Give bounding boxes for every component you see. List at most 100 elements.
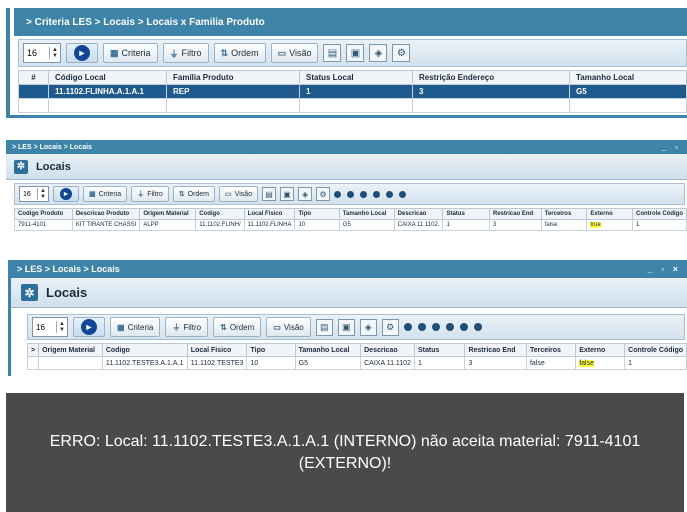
save-icon[interactable]: ▣	[346, 44, 365, 62]
settings-icon[interactable]: ⚙	[316, 187, 331, 201]
criteria-button[interactable]: ▦ Criteria	[103, 43, 158, 63]
next-icon[interactable]	[445, 323, 454, 331]
column-header[interactable]: Externo	[575, 343, 626, 357]
next-page-icon[interactable]	[386, 190, 394, 198]
code-icon[interactable]: ◈	[369, 44, 388, 62]
settings-icon[interactable]: ⚙	[392, 44, 411, 62]
table-row[interactable]: 7911-4101 KIT TIRANTE CHASSI ALPP 11.110…	[14, 219, 687, 231]
column-header[interactable]: Código Local	[48, 70, 167, 85]
column-header[interactable]: Codigo Produto	[14, 208, 73, 220]
column-header[interactable]: Tipo	[246, 343, 296, 357]
column-header[interactable]: Local Fisico	[243, 208, 296, 220]
column-header[interactable]: Descricao	[393, 208, 444, 220]
arrow-right-icon: ►	[81, 319, 97, 335]
first-page-icon[interactable]	[403, 323, 412, 331]
column-header[interactable]: Status	[442, 208, 490, 220]
page-size-stepper[interactable]: 16 ▲ ▼	[23, 43, 61, 63]
page-size-value[interactable]: 16	[33, 323, 56, 332]
page-size-value[interactable]: 16	[20, 191, 37, 198]
code-icon[interactable]: ◈	[359, 318, 377, 336]
prev-icon[interactable]	[431, 323, 440, 331]
filtro-button[interactable]: ⏚ Filtro	[131, 186, 169, 202]
table-row[interactable]: 11.1102.FLINHA.A.1.A.1 REP 1 3 G5	[18, 84, 687, 99]
criteria-label: Criteria	[98, 190, 122, 198]
column-header[interactable]: #	[18, 70, 49, 85]
criteria-button[interactable]: ▦ Criteria	[110, 317, 161, 337]
visao-button[interactable]: ▭ Visão	[270, 43, 319, 63]
column-header[interactable]: Local Fisico	[186, 343, 248, 357]
table-cell: CAIXA 11.1102	[360, 356, 415, 370]
code-icon[interactable]: ◈	[298, 187, 313, 201]
save-icon[interactable]: ▣	[280, 187, 295, 201]
stepper-down-icon[interactable]: ▼	[57, 327, 67, 333]
filtro-button[interactable]: ⏚ Filtro	[165, 317, 209, 337]
column-header[interactable]: Controle Código	[624, 343, 687, 357]
export-icon[interactable]: ▤	[262, 187, 277, 201]
column-header[interactable]: Descricao	[360, 343, 415, 357]
data-table: # Código Local Família Produto Status Lo…	[18, 70, 687, 113]
column-header[interactable]: Origem Material	[38, 343, 103, 357]
column-header[interactable]: Família Produto	[166, 70, 300, 85]
externo-value-highlight: true	[590, 222, 601, 228]
page-size-stepper[interactable]: 16 ▲ ▼	[32, 317, 68, 337]
column-header[interactable]: Restrição Endereço	[412, 70, 570, 85]
table-cell: 11.1102.TESTE3	[186, 356, 248, 370]
filtro-button[interactable]: ⏚ Filtro	[162, 43, 209, 63]
settings-icon[interactable]: ⚙	[381, 318, 399, 336]
next-page-icon[interactable]	[459, 323, 468, 331]
export-icon[interactable]: ▤	[323, 44, 342, 62]
page-size-stepper[interactable]: 16 ▲ ▼	[19, 186, 49, 202]
column-header[interactable]: Descricao Produto	[71, 208, 141, 220]
go-button[interactable]: ►	[66, 43, 98, 63]
column-header[interactable]: Controle Código	[632, 208, 687, 220]
column-header[interactable]: Externo	[586, 208, 633, 220]
column-header[interactable]: Tamanho Local	[569, 70, 687, 85]
window-controls[interactable]: _ ▫ ×	[648, 264, 681, 274]
first-page-icon[interactable]	[334, 190, 342, 198]
go-button[interactable]: ►	[53, 186, 79, 202]
column-header[interactable]: Restricao End	[488, 208, 542, 220]
column-header[interactable]: Terceiros	[540, 208, 588, 220]
column-header[interactable]: Tamanho Local	[294, 343, 362, 357]
prev-icon[interactable]	[360, 190, 368, 198]
pager-dots	[403, 323, 482, 331]
save-icon[interactable]: ▣	[337, 318, 355, 336]
column-header[interactable]: Origem Material	[139, 208, 197, 220]
last-page-icon[interactable]	[473, 323, 482, 331]
table-cell	[18, 98, 49, 113]
next-icon[interactable]	[373, 190, 381, 198]
table-row[interactable]	[18, 98, 687, 113]
go-button[interactable]: ►	[73, 317, 105, 337]
visao-button[interactable]: ▭ Visão	[266, 317, 311, 337]
last-page-icon[interactable]	[399, 190, 407, 198]
column-header[interactable]: >	[26, 343, 40, 357]
prev-page-icon[interactable]	[347, 190, 355, 198]
column-header[interactable]: Tipo	[294, 208, 340, 220]
breadcrumb-text: > LES > Locais > Locais	[12, 143, 92, 151]
window-controls[interactable]: _ ▫	[661, 142, 681, 152]
column-header[interactable]: Status	[413, 343, 466, 357]
prev-page-icon[interactable]	[417, 323, 426, 331]
table-row[interactable]: 11.1102.TESTE3.A.1.A.1 11.1102.TESTE3 10…	[26, 356, 687, 370]
export-icon[interactable]: ▤	[315, 318, 333, 336]
table-cell: 3	[488, 219, 542, 231]
column-header[interactable]: Status Local	[299, 70, 413, 85]
table-cell: 1	[442, 219, 490, 231]
criteria-icon: ▦	[110, 47, 119, 58]
criteria-button[interactable]: ▦ Criteria	[83, 186, 128, 202]
page-title: Locais	[36, 160, 71, 173]
stepper-down-icon[interactable]: ▼	[50, 53, 60, 59]
page-size-value[interactable]: 16	[24, 48, 49, 58]
ordem-button[interactable]: ⇅ Ordem	[213, 43, 266, 63]
column-header[interactable]: Terceiros	[525, 343, 577, 357]
column-header[interactable]: Tamanho Local	[338, 208, 395, 220]
stepper-down-icon[interactable]: ▼	[38, 194, 48, 200]
toolbar: 16 ▲ ▼ ► ▦ Criteria ⏚ Filtro ⇅ Ordem ▭ Visão …	[14, 183, 685, 205]
breadcrumb: > LES > Locais > Locais _ ▫	[6, 140, 687, 154]
column-header[interactable]: Codigo	[101, 343, 188, 357]
ordem-button[interactable]: ⇅ Ordem	[213, 317, 262, 337]
ordem-button[interactable]: ⇅ Ordem	[172, 186, 216, 202]
visao-button[interactable]: ▭ Visão	[219, 186, 259, 202]
column-header[interactable]: Codigo	[195, 208, 245, 220]
column-header[interactable]: Restricao End	[464, 343, 527, 357]
